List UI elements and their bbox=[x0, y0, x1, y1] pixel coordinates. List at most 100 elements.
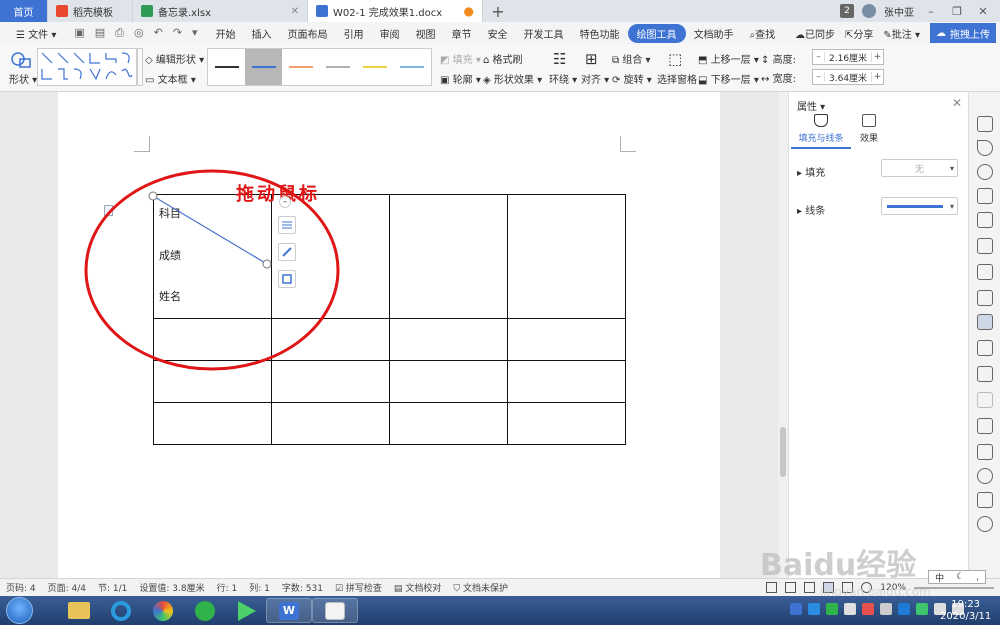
select-pane-button[interactable]: 选择窗格 bbox=[657, 71, 697, 86]
window-count-badge[interactable]: 2 bbox=[840, 4, 854, 18]
line-style-4[interactable] bbox=[320, 49, 357, 85]
menu-item-start[interactable]: 开始 bbox=[208, 26, 244, 41]
line-section-toggle[interactable]: ▸ 线条 bbox=[797, 202, 825, 217]
wrap-button[interactable]: 环绕 ▾ bbox=[549, 71, 577, 86]
customize-icon[interactable]: ▾ bbox=[192, 26, 198, 40]
scrollbar-thumb[interactable] bbox=[780, 427, 786, 477]
tab-home[interactable]: 首页 bbox=[0, 0, 48, 22]
panel-close-icon[interactable]: ✕ bbox=[952, 96, 962, 110]
menu-item-page-layout[interactable]: 页面布局 bbox=[280, 26, 336, 41]
export-icon[interactable]: ▤ bbox=[95, 26, 105, 40]
new-tab-button[interactable]: + bbox=[483, 0, 513, 22]
menu-item-features[interactable]: 特色功能 bbox=[572, 26, 628, 41]
shape-icon[interactable] bbox=[10, 51, 32, 69]
vertical-scrollbar[interactable] bbox=[778, 92, 788, 578]
select-cursor-icon[interactable] bbox=[977, 140, 993, 156]
preview-icon[interactable]: ◎ bbox=[134, 26, 144, 40]
protection-status[interactable]: ⛉ 文档未保护 bbox=[453, 581, 508, 594]
user-name[interactable]: 张中亚 bbox=[884, 4, 914, 19]
gear-icon[interactable] bbox=[977, 264, 993, 280]
line-shape-gallery[interactable] bbox=[37, 48, 137, 86]
line-handle-start[interactable] bbox=[148, 191, 158, 201]
select-pane-icon[interactable]: ⬚ bbox=[668, 50, 682, 68]
width-stepper[interactable]: – 3.64厘米 + bbox=[812, 69, 884, 85]
status-section[interactable]: 节: 1/1 bbox=[98, 581, 127, 594]
height-increase[interactable]: + bbox=[871, 52, 883, 62]
compass-icon[interactable] bbox=[977, 468, 993, 484]
taskbar-browser[interactable] bbox=[98, 598, 144, 623]
tray-app-icon[interactable] bbox=[916, 603, 928, 615]
status-row[interactable]: 行: 1 bbox=[217, 581, 238, 594]
tab-docer-template[interactable]: 稻壳模板 bbox=[48, 0, 133, 22]
line-style-5[interactable] bbox=[357, 49, 394, 85]
shape-button[interactable]: 形状 ▾ bbox=[9, 71, 37, 86]
collapse-tool-icon[interactable]: – bbox=[279, 196, 291, 208]
link-icon[interactable] bbox=[977, 392, 993, 408]
fill-button[interactable]: ◩ 填充 ▾ bbox=[440, 51, 481, 66]
height-stepper[interactable]: – 2.16厘米 + bbox=[812, 49, 884, 65]
shield-tray-icon[interactable] bbox=[898, 603, 910, 615]
width-decrease[interactable]: – bbox=[813, 72, 825, 82]
line-color-dropdown[interactable]: ▾ bbox=[881, 197, 958, 215]
tab-memo-xlsx[interactable]: 备忘录.xlsx ✕ bbox=[133, 0, 308, 22]
gallery-scroll[interactable] bbox=[137, 48, 143, 86]
line-handle-end[interactable] bbox=[262, 259, 272, 269]
save-icon[interactable]: ▣ bbox=[74, 26, 84, 40]
backup-icon[interactable] bbox=[977, 492, 993, 508]
picture-icon[interactable] bbox=[977, 444, 993, 460]
menu-item-chapter[interactable]: 章节 bbox=[444, 26, 480, 41]
archive-icon[interactable] bbox=[977, 418, 993, 434]
taskbar-paint[interactable] bbox=[312, 598, 358, 623]
search-tray-icon[interactable] bbox=[790, 603, 802, 615]
tab-effect[interactable]: 效果 bbox=[839, 114, 899, 144]
redo-icon[interactable]: ↷ bbox=[173, 26, 182, 40]
menu-item-drawing-tools[interactable]: 绘图工具 bbox=[627, 23, 686, 43]
edit-icon[interactable] bbox=[977, 116, 993, 132]
sync-status[interactable]: ☁已同步 bbox=[795, 26, 835, 41]
group-button[interactable]: ⧉ 组合 ▾ bbox=[612, 51, 651, 66]
tray-app-icon[interactable] bbox=[808, 603, 820, 615]
file-menu[interactable]: ☰ 文件 ▾ bbox=[8, 26, 64, 41]
close-icon[interactable]: ✕ bbox=[291, 6, 299, 17]
edit-shape-button[interactable]: ◇ 编辑形状 ▾ bbox=[145, 51, 204, 66]
document-page[interactable]: 科目 成绩 姓名 拖动鼠标 – bbox=[58, 92, 720, 578]
menu-item-insert[interactable]: 插入 bbox=[244, 26, 280, 41]
send-backward-button[interactable]: ⬓ 下移一层 ▾ bbox=[698, 71, 759, 86]
comment-button[interactable]: ✎批注 ▾ bbox=[883, 26, 920, 41]
fill-dropdown[interactable]: 无 ▾ bbox=[881, 159, 958, 177]
status-word-count[interactable]: 字数: 531 bbox=[282, 581, 323, 594]
proofread-button[interactable]: ▤ 文档校对 bbox=[394, 581, 441, 594]
tray-app-icon[interactable] bbox=[844, 603, 856, 615]
chart-icon[interactable] bbox=[977, 290, 993, 306]
properties-title[interactable]: 属性 ▾ bbox=[797, 98, 825, 113]
taskbar-app-colorful[interactable] bbox=[140, 598, 186, 623]
menu-item-doc-assistant[interactable]: 文档助手 bbox=[686, 26, 742, 41]
taskbar-explorer[interactable] bbox=[56, 598, 102, 623]
wechat-icon[interactable] bbox=[826, 603, 838, 615]
line-style-6[interactable] bbox=[394, 49, 431, 85]
bring-forward-button[interactable]: ⬒ 上移一层 ▾ bbox=[698, 51, 759, 66]
minimize-icon[interactable]: – bbox=[922, 5, 940, 18]
line-style-2[interactable] bbox=[245, 49, 283, 85]
menu-item-review[interactable]: 审阅 bbox=[372, 26, 408, 41]
rotate-button[interactable]: ⟳ 旋转 ▾ bbox=[612, 71, 652, 86]
status-setting-value[interactable]: 设置值: 3.8厘米 bbox=[139, 581, 204, 594]
volume-icon[interactable] bbox=[880, 603, 892, 615]
drag-upload-button[interactable]: ☁ 拖拽上传 bbox=[930, 23, 996, 43]
layout-options-icon[interactable] bbox=[278, 216, 296, 234]
shapes-icon[interactable] bbox=[977, 188, 993, 204]
print-icon[interactable]: ⎙ bbox=[115, 26, 124, 40]
text-box-button[interactable]: ▭ 文本框 ▾ bbox=[145, 71, 196, 86]
status-column[interactable]: 列: 1 bbox=[249, 581, 270, 594]
align-icon[interactable]: ⊞ bbox=[585, 50, 598, 68]
spell-check-button[interactable]: ☑ 拼写检查 bbox=[335, 581, 382, 594]
system-clock[interactable]: 19:23 2020/3/11 bbox=[940, 599, 991, 623]
location-icon[interactable] bbox=[977, 164, 993, 180]
avatar[interactable] bbox=[862, 4, 876, 18]
menu-item-view[interactable]: 视图 bbox=[408, 26, 444, 41]
menu-item-references[interactable]: 引用 bbox=[336, 26, 372, 41]
menu-item-developer[interactable]: 开发工具 bbox=[516, 26, 572, 41]
start-button[interactable] bbox=[6, 597, 33, 624]
width-increase[interactable]: + bbox=[871, 72, 883, 82]
line-style-1[interactable] bbox=[208, 49, 245, 85]
